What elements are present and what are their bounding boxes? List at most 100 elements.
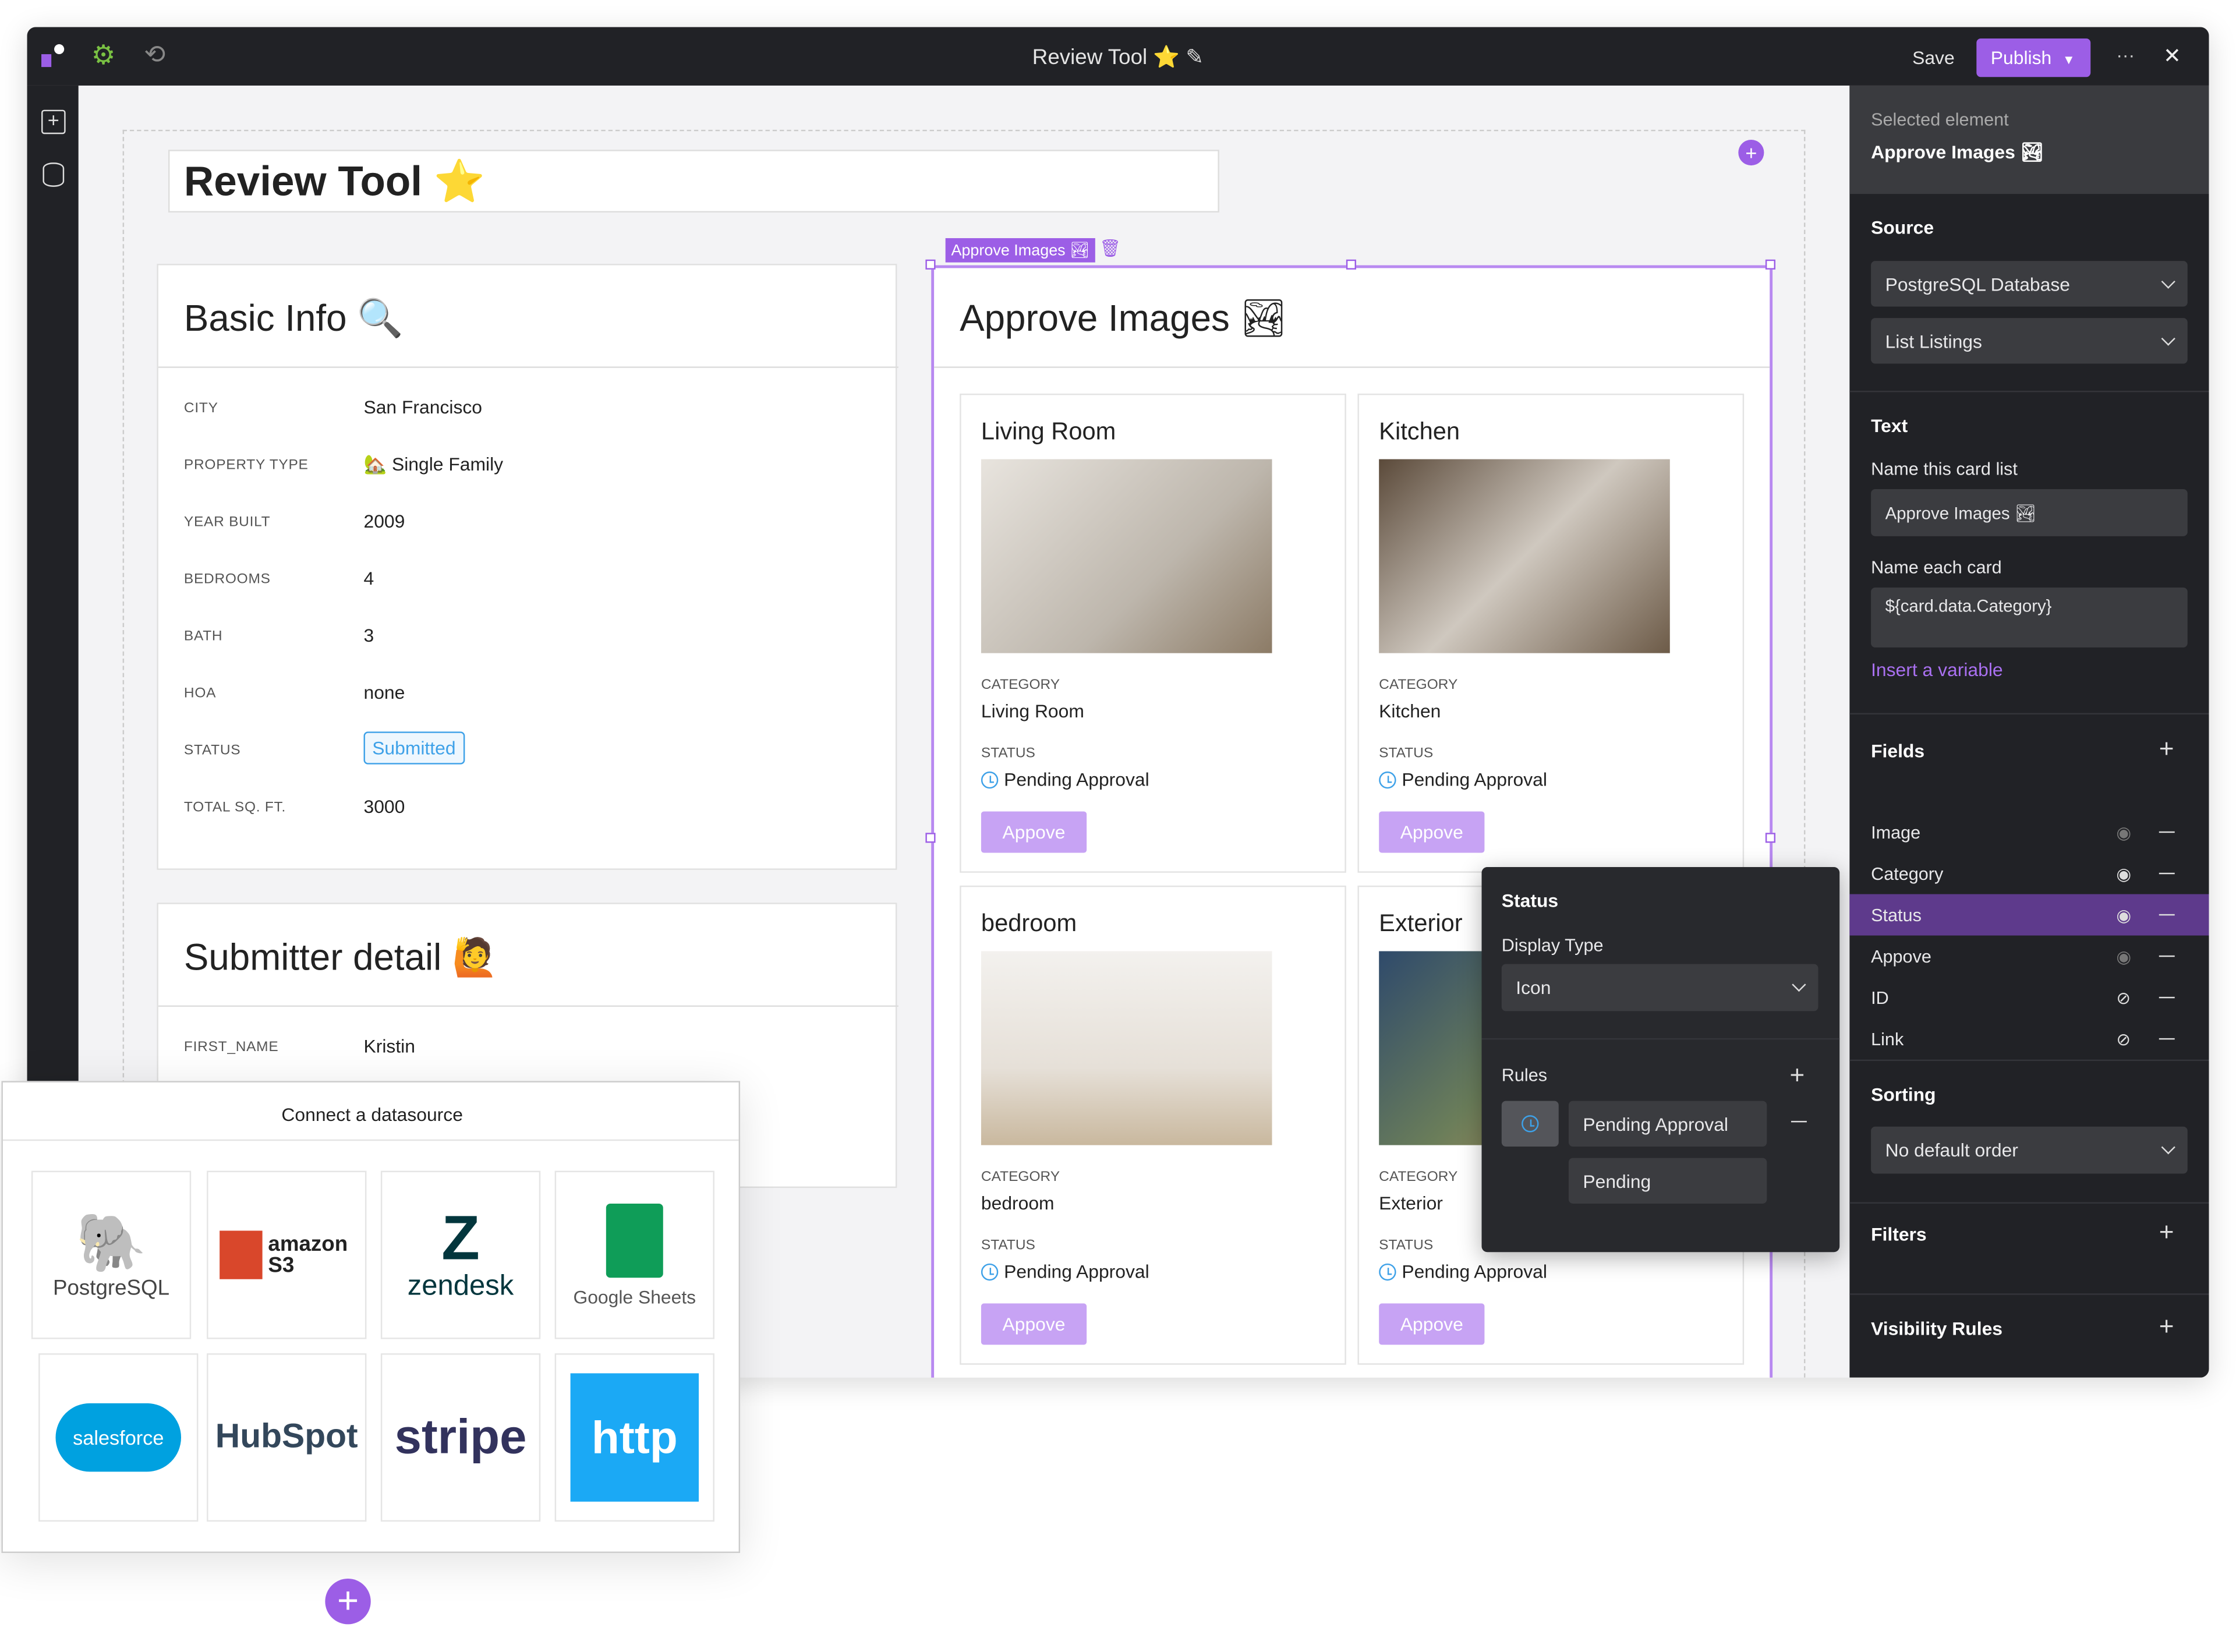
field-row[interactable]: Category ◉ — [1849, 853, 2209, 894]
selected-element-name: Approve Images 🏞 — [1871, 141, 2044, 163]
chevron-down-icon — [2161, 274, 2175, 288]
approve-button[interactable]: Appove — [1379, 811, 1485, 853]
google-sheets-label: Google Sheets — [573, 1285, 696, 1307]
display-type-select[interactable]: Icon — [1501, 964, 1818, 1011]
field-label: TOTAL SQ. FT. — [183, 800, 286, 816]
approve-button[interactable]: Appove — [1379, 1303, 1485, 1345]
publish-button[interactable]: Publish ▼ — [1976, 38, 2091, 77]
clock-icon — [1379, 770, 1396, 788]
rule-display-input[interactable]: Pending — [1568, 1158, 1767, 1204]
status-value: Pending Approval — [1379, 769, 1547, 790]
name-list-label: Name this card list — [1871, 459, 2018, 479]
eye-icon[interactable]: ◉ — [2116, 864, 2131, 883]
add-component-icon[interactable]: + — [41, 110, 66, 135]
page-title[interactable]: Review Tool ⭐ — [168, 150, 1219, 213]
field-row[interactable]: Status ◉ — [1849, 894, 2209, 936]
stripe-tile[interactable]: stripe — [380, 1353, 541, 1522]
eye-icon[interactable]: ◉ — [2116, 905, 2131, 925]
remove-field-icon[interactable] — [2159, 1038, 2175, 1040]
eye-off-icon[interactable]: ⊘ — [2116, 988, 2131, 1007]
http-tile[interactable]: http — [554, 1353, 714, 1522]
edit-pencil-icon[interactable]: ✎ — [1186, 45, 1204, 70]
add-field-icon[interactable]: + — [2159, 734, 2174, 764]
remove-field-icon[interactable] — [2159, 872, 2175, 875]
add-rule-icon[interactable]: + — [1789, 1061, 1805, 1091]
postgresql-label: PostgreSQL — [52, 1276, 170, 1301]
listing-card: Living Room CATEGORY Living Room STATUS … — [960, 393, 1346, 873]
field-value: none — [363, 681, 405, 703]
amazon-s3-tile[interactable]: amazon S3 — [207, 1170, 367, 1339]
resize-handle[interactable] — [1765, 259, 1776, 270]
field-name: ID — [1871, 987, 1889, 1008]
remove-field-icon[interactable] — [2159, 955, 2175, 957]
add-visibility-rule-icon[interactable]: + — [2159, 1312, 2174, 1342]
trash-icon[interactable]: 🗑 — [1099, 238, 1121, 258]
eye-icon[interactable]: ◉ — [2116, 946, 2131, 966]
remove-field-icon[interactable] — [2159, 914, 2175, 916]
category-label: CATEGORY — [1379, 1169, 1458, 1186]
postgresql-tile[interactable]: 🐘 PostgreSQL — [31, 1170, 192, 1339]
remove-rule-icon[interactable] — [1791, 1120, 1807, 1123]
salesforce-label: salesforce — [55, 1403, 181, 1472]
resize-handle[interactable] — [925, 833, 936, 843]
save-button[interactable]: Save — [1912, 47, 1955, 69]
rule-icon-picker[interactable] — [1501, 1101, 1559, 1147]
category-label: CATEGORY — [981, 677, 1060, 694]
card-title: bedroom — [981, 910, 1077, 937]
remove-field-icon[interactable] — [2159, 831, 2175, 833]
hubspot-tile[interactable]: HubSpot — [207, 1353, 367, 1522]
field-row[interactable]: Image ◉ — [1849, 811, 2209, 852]
source-db-select[interactable]: PostgreSQL Database — [1871, 261, 2188, 307]
field-row[interactable]: ID ⊘ — [1849, 977, 2209, 1018]
remove-field-icon[interactable] — [2159, 996, 2175, 999]
approve-button[interactable]: Appove — [981, 811, 1087, 853]
field-label: BATH — [183, 629, 223, 645]
field-value: 3000 — [363, 795, 405, 818]
card-title: Living Room — [981, 418, 1116, 445]
approve-images-title: Approve Images 🏞 — [960, 296, 1287, 339]
eye-icon[interactable]: ◉ — [2116, 822, 2131, 842]
listing-card: bedroom CATEGORY bedroom STATUS Pending … — [960, 885, 1346, 1365]
field-row[interactable]: Appove ◉ — [1849, 936, 2209, 977]
name-card-value: ${card.data.Category} — [1885, 596, 2052, 616]
card-image — [981, 459, 1272, 653]
rule-value-input[interactable]: Pending Approval — [1568, 1101, 1767, 1147]
field-name: Appove — [1871, 946, 1931, 967]
chevron-down-icon — [2161, 331, 2175, 345]
category-label: CATEGORY — [981, 1169, 1060, 1186]
salesforce-tile[interactable]: salesforce — [38, 1353, 199, 1522]
selected-element-label: Selected element — [1871, 109, 2009, 130]
approve-button[interactable]: Appove — [981, 1303, 1087, 1345]
add-filter-icon[interactable]: + — [2159, 1218, 2174, 1247]
google-sheets-tile[interactable]: Google Sheets — [554, 1170, 714, 1339]
first-name-value: Kristin — [363, 1035, 415, 1057]
card-title: Exterior — [1379, 910, 1463, 937]
selected-element-tag[interactable]: Approve Images 🏞 — [945, 238, 1096, 263]
name-list-value: Approve Images 🏞 — [1885, 503, 2037, 523]
source-query-select[interactable]: List Listings — [1871, 318, 2188, 364]
source-db-value: PostgreSQL Database — [1885, 273, 2070, 295]
zendesk-tile[interactable]: Zzendesk — [380, 1170, 541, 1339]
eye-off-icon[interactable]: ⊘ — [2116, 1029, 2131, 1049]
close-icon[interactable]: ✕ — [2163, 43, 2181, 69]
more-icon[interactable]: ··· — [2116, 44, 2135, 66]
amazon-s3-label: amazon S3 — [268, 1232, 348, 1278]
field-row[interactable]: Link ⊘ — [1849, 1018, 2209, 1060]
sorting-select[interactable]: No default order — [1871, 1126, 2188, 1174]
clock-icon — [1522, 1115, 1539, 1133]
display-type-value: Icon — [1516, 977, 1551, 999]
name-card-input[interactable]: ${card.data.Category} — [1871, 587, 2188, 648]
database-icon[interactable] — [43, 162, 65, 187]
resize-handle[interactable] — [1765, 833, 1776, 843]
field-value: 3 — [363, 624, 374, 646]
source-query-value: List Listings — [1885, 330, 1982, 352]
status-value: Pending Approval — [1379, 1261, 1547, 1282]
resize-handle[interactable] — [1346, 259, 1356, 270]
sorting-value: No default order — [1885, 1139, 2018, 1161]
add-row-button[interactable]: + — [1738, 140, 1764, 166]
name-list-input[interactable]: Approve Images 🏞 — [1871, 489, 2188, 536]
rules-label: Rules — [1501, 1065, 1548, 1085]
resize-handle[interactable] — [925, 259, 936, 270]
add-datasource-button[interactable]: + — [325, 1579, 371, 1625]
insert-variable-link[interactable]: Insert a variable — [1871, 659, 2003, 680]
